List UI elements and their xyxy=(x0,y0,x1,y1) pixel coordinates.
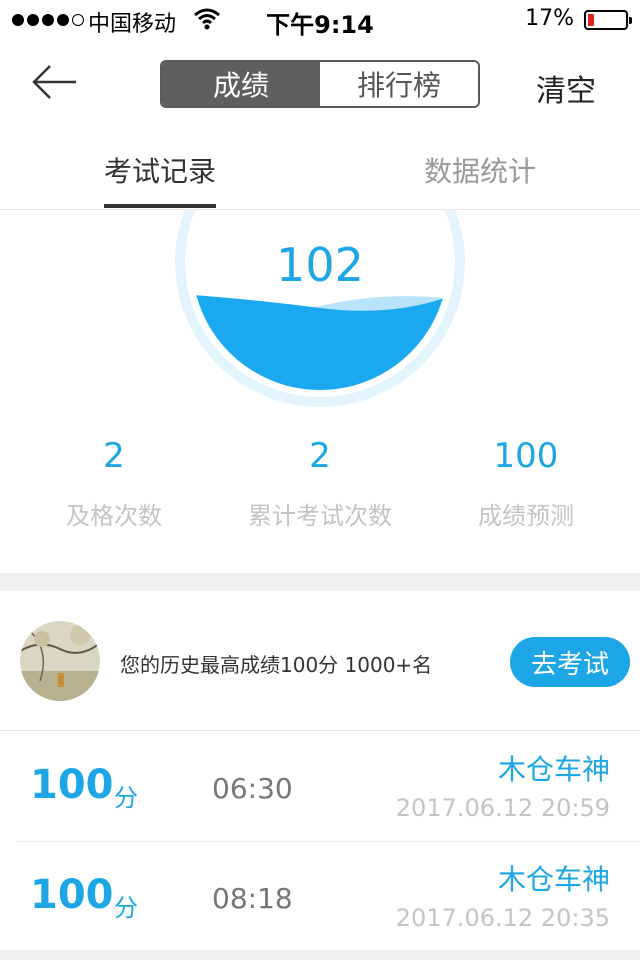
status-bar: 中国移动 下午9:14 17% xyxy=(0,0,640,40)
section-divider xyxy=(0,573,640,591)
record-date: 2017.06.12 20:35 xyxy=(395,904,610,932)
segment-leaderboard[interactable]: 排行榜 xyxy=(320,62,478,106)
stat-value: 100 xyxy=(493,436,559,476)
take-exam-button[interactable]: 去考试 xyxy=(510,637,630,687)
record-user-name: 木仓车神 xyxy=(497,863,610,896)
record-score-unit: 分 xyxy=(114,894,138,922)
back-arrow-icon[interactable] xyxy=(30,60,80,104)
stat-value: 2 xyxy=(309,436,331,476)
gauge-score: 102 xyxy=(276,238,364,292)
record-duration: 06:30 xyxy=(212,772,293,805)
segment-score[interactable]: 成绩 xyxy=(162,62,320,106)
stat-total-exams: 2 累计考试次数 xyxy=(220,436,420,531)
best-score-row: 您的历史最高成绩100分 1000+名 去考试 xyxy=(0,591,640,731)
stat-label: 及格次数 xyxy=(66,502,162,530)
clear-button[interactable]: 清空 xyxy=(536,66,596,110)
record-score: 100 xyxy=(30,762,114,808)
tab-bar: 考试记录 数据统计 xyxy=(0,128,640,210)
record-score: 100 xyxy=(30,872,114,918)
segmented-control: 成绩 排行榜 xyxy=(160,60,480,108)
best-score-text: 您的历史最高成绩100分 1000+名 xyxy=(120,653,433,677)
battery-icon xyxy=(584,10,632,30)
bottom-divider xyxy=(0,950,640,960)
active-tab-indicator xyxy=(104,204,216,208)
list-item[interactable]: 100 分 08:18 木仓车神 2017.06.12 20:35 xyxy=(16,842,640,952)
tab-exam-records[interactable]: 考试记录 xyxy=(104,150,216,190)
stat-label: 成绩预测 xyxy=(478,502,574,530)
record-date: 2017.06.12 20:59 xyxy=(395,794,610,822)
record-user-name: 木仓车神 xyxy=(497,753,610,786)
score-gauge: 102 xyxy=(0,210,640,410)
battery-percent: 17% xyxy=(525,6,574,31)
avatar[interactable] xyxy=(20,621,100,701)
list-item[interactable]: 100 分 06:30 木仓车神 2017.06.12 20:59 xyxy=(16,732,640,842)
record-duration: 08:18 xyxy=(212,882,293,915)
stats-row: 2 及格次数 2 累计考试次数 100 成绩预测 xyxy=(0,436,640,556)
stat-pass-count: 2 及格次数 xyxy=(14,436,214,531)
record-score-unit: 分 xyxy=(114,784,138,812)
nav-bar: 成绩 排行榜 清空 xyxy=(0,40,640,128)
stat-predicted-score: 100 成绩预测 xyxy=(426,436,626,531)
stat-label: 累计考试次数 xyxy=(248,502,392,530)
stat-value: 2 xyxy=(103,436,125,476)
tab-statistics[interactable]: 数据统计 xyxy=(424,150,536,190)
